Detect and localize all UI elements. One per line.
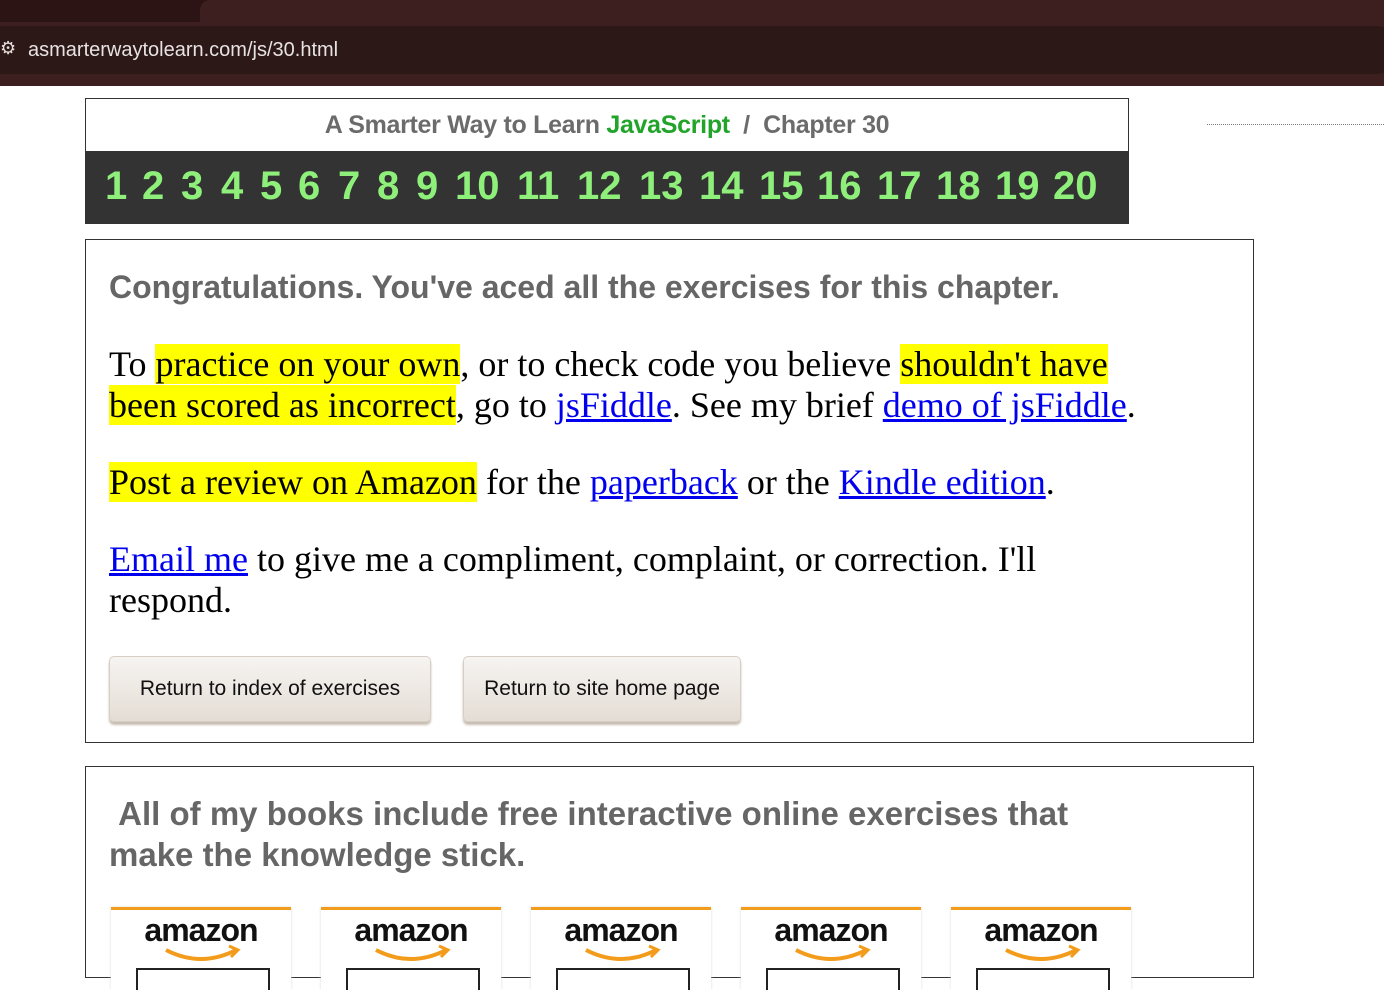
book-cover-frame bbox=[976, 968, 1110, 990]
dotted-divider bbox=[1207, 124, 1384, 125]
text: for the bbox=[476, 462, 590, 502]
jsfiddle-demo-link[interactable]: demo of jsFiddle bbox=[883, 385, 1127, 425]
highlight-practice: practice on your own bbox=[155, 344, 461, 384]
amazon-book-link-5[interactable]: amazon bbox=[951, 907, 1131, 990]
text: or the bbox=[737, 462, 839, 502]
chapter-link-2[interactable]: 2 bbox=[142, 163, 164, 209]
congrats-panel: Congratulations. You've aced all the exe… bbox=[85, 239, 1254, 743]
title-brand: JavaScript bbox=[606, 111, 730, 139]
chapter-link-15[interactable]: 15 bbox=[759, 163, 804, 209]
chapter-link-11[interactable]: 11 bbox=[517, 163, 559, 209]
chapter-link-14[interactable]: 14 bbox=[699, 163, 744, 209]
book-cover-frame bbox=[556, 968, 690, 990]
chapter-link-1[interactable]: 1 bbox=[105, 163, 127, 209]
chapter-link-19[interactable]: 19 bbox=[995, 163, 1040, 209]
book-cover-frame bbox=[766, 968, 900, 990]
title-prefix: A Smarter Way to Learn bbox=[324, 111, 600, 139]
chapter-link-6[interactable]: 6 bbox=[298, 163, 320, 209]
text: . See my brief bbox=[671, 385, 883, 425]
chapter-number-bar: 1 2 3 4 5 6 7 8 9 10 11 12 13 14 15 16 1… bbox=[86, 151, 1129, 223]
highlight-review: Post a review on Amazon bbox=[109, 462, 477, 502]
book-cover-frame bbox=[346, 968, 480, 990]
amazon-book-link-3[interactable]: amazon bbox=[531, 907, 711, 990]
amazon-smile-icon bbox=[795, 944, 871, 961]
chapter-link-16[interactable]: 16 bbox=[817, 163, 862, 209]
amazon-book-link-4[interactable]: amazon bbox=[741, 907, 921, 990]
text: To bbox=[109, 344, 156, 384]
amazon-book-link-2[interactable]: amazon bbox=[321, 907, 501, 990]
highlight-incorrect: been scored as incorrect bbox=[109, 385, 456, 425]
amazon-smile-icon bbox=[375, 944, 451, 961]
title-chapter: Chapter 30 bbox=[763, 111, 890, 139]
books-heading: All of my books include free interactive… bbox=[109, 793, 1229, 875]
paperback-link[interactable]: paperback bbox=[590, 462, 738, 502]
amazon-smile-icon bbox=[585, 944, 661, 961]
highlight-shouldnt: shouldn't have bbox=[900, 344, 1108, 384]
book-cover-frame bbox=[136, 968, 270, 990]
chapter-link-7[interactable]: 7 bbox=[338, 163, 360, 209]
chapter-header: A Smarter Way to Learn JavaScript / Chap… bbox=[85, 98, 1129, 224]
text: to give me a compliment, complaint, or c… bbox=[247, 539, 1037, 579]
email-paragraph: Email me to give me a compliment, compla… bbox=[109, 539, 1239, 621]
text: . bbox=[1045, 462, 1055, 502]
return-to-home-button[interactable]: Return to site home page bbox=[463, 656, 741, 722]
email-me-link[interactable]: Email me bbox=[109, 539, 248, 579]
return-to-index-button[interactable]: Return to index of exercises bbox=[109, 656, 431, 722]
chapter-link-5[interactable]: 5 bbox=[260, 163, 282, 209]
text: , or to check code you believe bbox=[460, 344, 901, 384]
congrats-heading: Congratulations. You've aced all the exe… bbox=[109, 269, 1060, 305]
chapter-link-18[interactable]: 18 bbox=[936, 163, 981, 209]
amazon-smile-icon bbox=[1005, 944, 1081, 961]
chapter-link-4[interactable]: 4 bbox=[221, 163, 243, 209]
chapter-link-12[interactable]: 12 bbox=[577, 163, 622, 209]
books-heading-line2: make the knowledge stick. bbox=[109, 836, 526, 873]
title-separator: / bbox=[743, 111, 750, 139]
kindle-link[interactable]: Kindle edition bbox=[839, 462, 1046, 502]
site-info-icon[interactable]: ⚙ bbox=[0, 38, 16, 60]
chapter-link-10[interactable]: 10 bbox=[455, 163, 500, 209]
practice-paragraph: To practice on your own, or to check cod… bbox=[109, 344, 1239, 426]
books-panel: All of my books include free interactive… bbox=[85, 766, 1254, 990]
browser-toolbar: ⚙ asmarterwaytolearn.com/js/30.html bbox=[0, 0, 1384, 86]
url-text[interactable]: asmarterwaytolearn.com/js/30.html bbox=[28, 38, 338, 62]
chapter-link-20[interactable]: 20 bbox=[1053, 163, 1098, 209]
chapter-link-13[interactable]: 13 bbox=[639, 163, 684, 209]
text: respond. bbox=[109, 580, 232, 620]
jsfiddle-link[interactable]: jsFiddle bbox=[556, 385, 672, 425]
amazon-book-link-1[interactable]: amazon bbox=[111, 907, 291, 990]
tab-strip bbox=[0, 0, 1384, 22]
chapter-link-3[interactable]: 3 bbox=[181, 163, 203, 209]
active-tab[interactable] bbox=[200, 0, 1384, 22]
books-heading-line1: All of my books include free interactive… bbox=[118, 795, 1069, 832]
review-paragraph: Post a review on Amazon for the paperbac… bbox=[109, 462, 1239, 503]
chapter-link-8[interactable]: 8 bbox=[377, 163, 399, 209]
chapter-link-17[interactable]: 17 bbox=[877, 163, 922, 209]
amazon-smile-icon bbox=[165, 944, 241, 961]
text: . bbox=[1126, 385, 1136, 425]
chapter-title: A Smarter Way to Learn JavaScript / Chap… bbox=[86, 99, 1128, 151]
text: , go to bbox=[455, 385, 556, 425]
chapter-link-9[interactable]: 9 bbox=[416, 163, 438, 209]
